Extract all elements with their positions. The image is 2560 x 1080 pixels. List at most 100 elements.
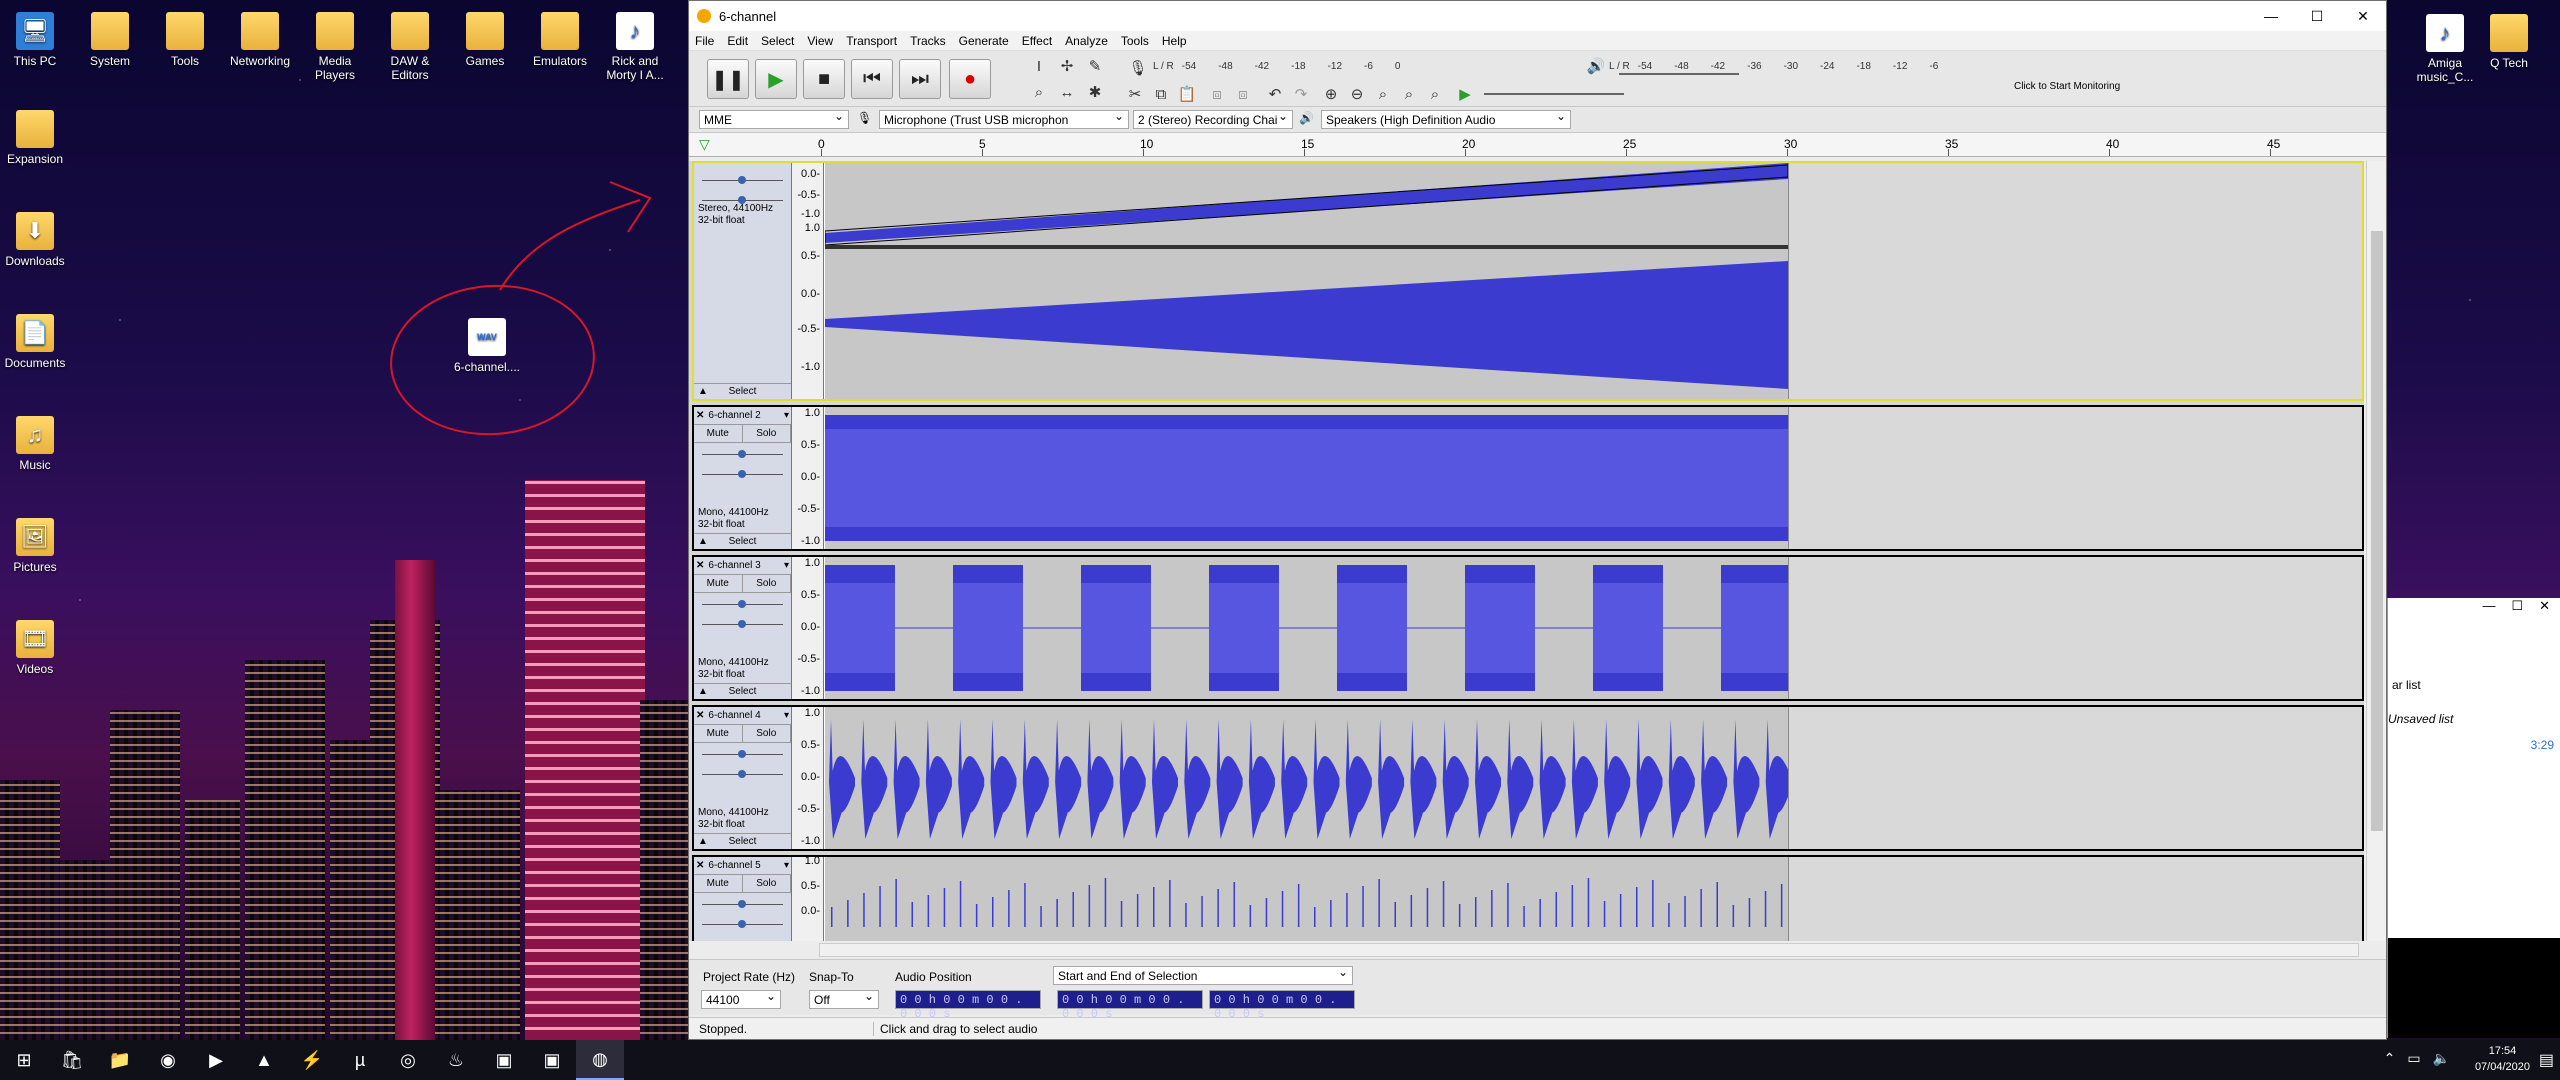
amplitude-scale[interactable]: 1.0 0.5- 0.0- xyxy=(792,855,824,941)
timeshift-tool-button[interactable]: ↔ xyxy=(1055,81,1079,103)
zoom-tool-button[interactable]: ⌕ xyxy=(1027,81,1051,103)
audio-host-select[interactable]: MME xyxy=(699,110,849,129)
chevron-down-icon[interactable]: ▾ xyxy=(784,410,789,421)
gain-slider[interactable] xyxy=(702,595,783,613)
record-volume-slider[interactable] xyxy=(1619,73,1739,75)
track-name[interactable]: 6-channel 2 xyxy=(708,410,760,421)
desktop-icon-col-3[interactable]: ♫ Music xyxy=(0,416,70,472)
redo-button[interactable]: ↷ xyxy=(1289,83,1313,105)
pan-slider[interactable] xyxy=(702,765,783,783)
zoom-out-button[interactable]: ⊖ xyxy=(1345,83,1369,105)
horizontal-scrollbar[interactable] xyxy=(819,943,2359,957)
solo-button[interactable]: Solo xyxy=(743,725,791,742)
track-select-button[interactable]: ▲ Select xyxy=(694,833,791,849)
audacity-icon[interactable]: ◍ xyxy=(576,1040,624,1080)
track-name[interactable]: 6-channel 3 xyxy=(708,560,760,571)
track-control-panel[interactable]: ✕ 6-channel 3 ▾ Mute Solo Mono, 44100Hz 32-bit… xyxy=(694,557,792,699)
empty-track-region[interactable] xyxy=(1788,857,2362,941)
firefox-icon[interactable]: ◉ xyxy=(144,1040,192,1080)
track-name[interactable]: 6-channel 5 xyxy=(708,860,760,871)
fit-selection-button[interactable]: ⌕ xyxy=(1371,83,1395,105)
undo-button[interactable]: ↶ xyxy=(1263,83,1287,105)
empty-track-region[interactable] xyxy=(1788,163,2362,399)
snap-to-select[interactable]: Off xyxy=(809,990,879,1009)
monitor-label[interactable]: Click to Start Monitoring xyxy=(2014,81,2120,92)
file-explorer-icon[interactable]: 📁 xyxy=(96,1040,144,1080)
track-header[interactable]: ✕ 6-channel 4 ▾ xyxy=(694,707,791,725)
track-header[interactable]: ✕ 6-channel 3 ▾ xyxy=(694,557,791,575)
play-button[interactable]: ▶ xyxy=(755,59,797,99)
track-2[interactable]: ✕ 6-channel 2 ▾ Mute Solo Mono, 44100Hz 32-bit… xyxy=(692,405,2364,551)
play-at-speed-button[interactable]: ▶ xyxy=(1453,83,1477,105)
vertical-scrollbar[interactable] xyxy=(2366,161,2386,941)
zoom-toggle-button[interactable]: ⌕ xyxy=(1423,83,1447,105)
recording-channels-select[interactable]: 2 (Stereo) Recording Chai xyxy=(1133,110,1293,129)
recording-device-select[interactable]: Microphone (Trust USB microphon xyxy=(879,110,1129,129)
chevron-down-icon[interactable]: ▾ xyxy=(784,710,789,721)
menu-file[interactable]: File xyxy=(695,34,714,48)
utorrent-icon[interactable]: µ xyxy=(336,1040,384,1080)
desktop-icon-col-5[interactable]: 🎞 Videos xyxy=(0,620,70,676)
media-icon[interactable]: ▶ xyxy=(192,1040,240,1080)
desktop-icon-6[interactable]: Games xyxy=(450,12,520,68)
track-select-button[interactable]: ▲ Select xyxy=(694,683,791,699)
menu-help[interactable]: Help xyxy=(1162,34,1187,48)
desktop-icon-2[interactable]: Tools xyxy=(150,12,220,68)
track-header[interactable]: ✕ 6-channel 2 ▾ xyxy=(694,407,791,425)
record-icon[interactable]: ◎ xyxy=(384,1040,432,1080)
track-area[interactable]: Stereo, 44100Hz 32-bit float ▲ Select 0.0- -0… xyxy=(689,161,2364,941)
track-control-panel[interactable]: ✕ 6-channel 4 ▾ Mute Solo Mono, 44100Hz 32-bit… xyxy=(694,707,792,849)
chevron-down-icon[interactable]: ▾ xyxy=(784,560,789,571)
close-button[interactable]: ✕ xyxy=(2539,598,2550,620)
desktop-icon-8[interactable]: ♪ Rick and Morty I A... xyxy=(600,12,670,82)
clock[interactable]: 17:54 07/04/2020 xyxy=(2475,1043,2530,1075)
waveform-area[interactable] xyxy=(825,163,2362,399)
collapse-icon[interactable]: ▲ xyxy=(698,534,708,549)
pan-slider[interactable] xyxy=(702,915,783,933)
app-icon[interactable]: ▣ xyxy=(528,1040,576,1080)
pan-slider[interactable] xyxy=(702,465,783,483)
mute-button[interactable]: Mute xyxy=(694,725,743,742)
desktop-icon-7[interactable]: Emulators xyxy=(525,12,595,68)
winamp-icon[interactable]: ⚡ xyxy=(288,1040,336,1080)
empty-track-region[interactable] xyxy=(1788,707,2362,849)
app-icon[interactable]: ▣ xyxy=(480,1040,528,1080)
multi-tool-button[interactable]: ✱ xyxy=(1083,81,1107,103)
amplitude-scale[interactable]: 1.0 0.5- 0.0- -0.5- -1.0 xyxy=(792,407,824,549)
copy-button[interactable]: ⧉ xyxy=(1149,83,1173,105)
store-icon[interactable]: 🛍 xyxy=(48,1040,96,1080)
close-track-icon[interactable]: ✕ xyxy=(696,560,704,571)
timeline-options-icon[interactable]: ▽ xyxy=(699,136,710,153)
track-4[interactable]: ✕ 6-channel 4 ▾ Mute Solo Mono, 44100Hz 32-bit… xyxy=(692,705,2364,851)
desktop-icon-amiga[interactable]: ♪ Amiga music_C... xyxy=(2410,14,2480,84)
minimize-button[interactable]: — xyxy=(2482,598,2495,620)
track-select-button[interactable]: ▲ Select xyxy=(694,383,791,399)
menu-edit[interactable]: Edit xyxy=(727,34,748,48)
desktop-icon-col-2[interactable]: 📄 Documents xyxy=(0,314,70,370)
project-rate-select[interactable]: 44100 xyxy=(701,990,781,1009)
envelope-tool-button[interactable]: ✢ xyxy=(1055,55,1079,77)
skip-start-button[interactable]: ⏮ xyxy=(851,59,893,99)
amplitude-scale[interactable]: 1.0 0.5- 0.0- -0.5- -1.0 xyxy=(792,557,824,699)
pan-slider[interactable] xyxy=(702,615,783,633)
empty-track-region[interactable] xyxy=(1788,407,2362,549)
maximize-button[interactable]: ☐ xyxy=(2511,598,2523,620)
stop-button[interactable]: ■ xyxy=(803,59,845,99)
close-track-icon[interactable]: ✕ xyxy=(696,410,704,421)
record-meter-mic[interactable]: 🎙 xyxy=(1126,57,1150,79)
menu-select[interactable]: Select xyxy=(761,34,794,48)
desktop-icon-0[interactable]: 🖥 This PC xyxy=(0,12,70,68)
track-header[interactable]: ✕ 6-channel 5 ▾ xyxy=(694,857,791,875)
close-track-icon[interactable]: ✕ xyxy=(696,710,704,721)
track-1[interactable]: Stereo, 44100Hz 32-bit float ▲ Select 0.0- -0… xyxy=(692,161,2364,401)
menu-view[interactable]: View xyxy=(807,34,833,48)
collapse-icon[interactable]: ▲ xyxy=(698,384,708,399)
menu-tools[interactable]: Tools xyxy=(1121,34,1149,48)
unsaved-list-label[interactable]: Unsaved list xyxy=(2388,712,2453,726)
close-button[interactable]: ✕ xyxy=(2340,8,2386,25)
solo-button[interactable]: Solo xyxy=(743,425,791,442)
silence-button[interactable]: ⧈ xyxy=(1231,83,1255,105)
waveform-area[interactable] xyxy=(825,707,2362,849)
amplitude-scale[interactable]: 1.0 0.5- 0.0- -0.5- -1.0 xyxy=(792,707,824,849)
mute-button[interactable]: Mute xyxy=(694,875,743,892)
